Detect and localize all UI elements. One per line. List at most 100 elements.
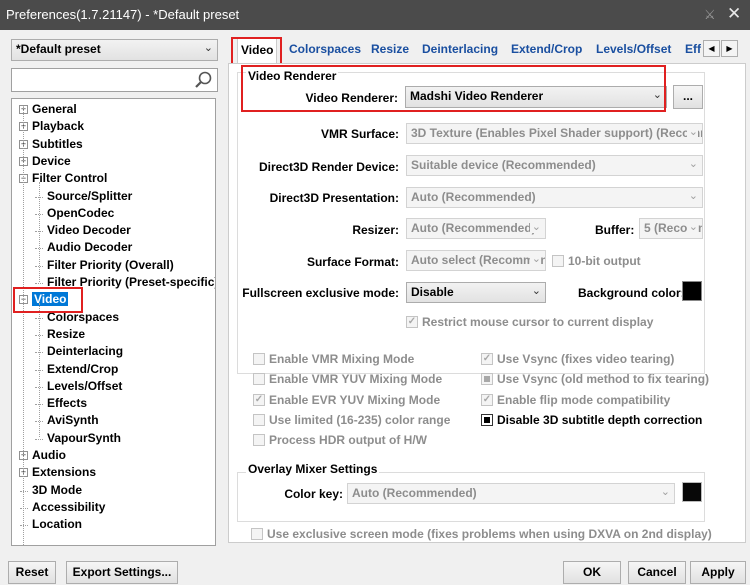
option-checkbox[interactable]: Process HDR output of H/W bbox=[253, 433, 427, 447]
color-key-swatch[interactable] bbox=[682, 482, 702, 502]
vmr-surface-select[interactable]: 3D Texture (Enables Pixel Shader support… bbox=[406, 123, 703, 144]
pin-icon[interactable]: ⚔ bbox=[704, 7, 716, 23]
tab-scroll-right-button[interactable]: ▶ bbox=[721, 40, 738, 57]
d3d-device-select[interactable]: Suitable device (Recommended) ⌄ bbox=[406, 155, 703, 176]
option-checkbox[interactable]: Use limited (16-235) color range bbox=[253, 413, 450, 427]
search-icon[interactable] bbox=[194, 70, 214, 93]
tree-item-label: OpenCodec bbox=[47, 205, 115, 220]
background-color-swatch[interactable] bbox=[682, 281, 702, 301]
tree-item[interactable]: 3D Mode bbox=[20, 483, 82, 497]
ten-bit-output-checkbox[interactable]: 10-bit output bbox=[552, 254, 641, 268]
buffer-select[interactable]: 5 (Recommended) ⌄ bbox=[639, 218, 703, 239]
tree-item[interactable]: Filter Priority (Overall) bbox=[35, 258, 174, 272]
chevron-down-icon: ⌄ bbox=[688, 190, 698, 202]
tree-item-label: Video Decoder bbox=[47, 223, 131, 238]
tree-item[interactable]: AviSynth bbox=[35, 413, 99, 427]
tree-item[interactable]: VapourSynth bbox=[35, 430, 122, 445]
search-input[interactable] bbox=[11, 68, 218, 92]
tree-item[interactable]: Effects bbox=[35, 396, 87, 410]
tab-deinterlacing[interactable]: Deinterlacing bbox=[422, 42, 498, 56]
tree-item[interactable]: Audio Decoder bbox=[35, 240, 133, 255]
chevron-down-icon: ⌄ bbox=[686, 220, 698, 233]
vmr-surface-value: 3D Texture (Enables Pixel Shader support… bbox=[411, 126, 702, 140]
option-checkbox[interactable]: Use Vsync (old method to fix tearing) bbox=[481, 372, 709, 386]
reset-button[interactable]: Reset bbox=[8, 561, 56, 584]
fullscreen-mode-value: Disable bbox=[411, 285, 454, 299]
tree-item-label: Audio Decoder bbox=[47, 240, 133, 255]
tree-item-label: Deinterlacing bbox=[47, 344, 124, 359]
tab-colorspaces[interactable]: Colorspaces bbox=[289, 42, 361, 56]
tree-item[interactable]: + Audio bbox=[19, 448, 66, 462]
tree-item[interactable]: + General bbox=[19, 102, 77, 116]
indeterminate-mark bbox=[484, 416, 490, 423]
chevron-down-icon: ⌄ bbox=[660, 486, 670, 498]
color-key-select[interactable]: Auto (Recommended) ⌄ bbox=[347, 483, 675, 504]
surface-format-value: Auto select (Recommended) bbox=[411, 253, 545, 267]
tree-item[interactable]: Deinterlacing bbox=[35, 344, 124, 359]
option-checkbox[interactable]: Enable VMR Mixing Mode bbox=[253, 352, 414, 366]
tree-item[interactable]: Resize bbox=[35, 327, 85, 341]
highlight-video-renderer bbox=[241, 65, 666, 112]
tab-eff[interactable]: Eff bbox=[685, 42, 703, 56]
close-icon[interactable]: ✕ bbox=[727, 4, 741, 24]
tree-item[interactable]: Accessibility bbox=[20, 500, 105, 514]
title-bar: Preferences(1.7.21147) - *Default preset… bbox=[0, 0, 750, 30]
renderer-settings-button[interactable]: ... bbox=[673, 85, 703, 109]
tree-item[interactable]: Extend/Crop bbox=[35, 361, 119, 376]
cancel-button[interactable]: Cancel bbox=[628, 561, 686, 584]
tree-item-label: VapourSynth bbox=[47, 430, 122, 445]
tree-item[interactable]: Video Decoder bbox=[35, 223, 131, 238]
tab-extend-crop[interactable]: Extend/Crop bbox=[511, 42, 582, 56]
option-label: Enable EVR YUV Mixing Mode bbox=[269, 392, 441, 407]
tree-item[interactable]: + Extensions bbox=[19, 465, 97, 480]
buffer-label: Buffer: bbox=[595, 223, 635, 237]
checkbox-box bbox=[253, 353, 265, 365]
restrict-mouse-checkbox[interactable]: ✓ Restrict mouse cursor to current displ… bbox=[406, 315, 653, 329]
tree-item[interactable]: + Subtitles bbox=[19, 136, 83, 151]
fullscreen-mode-label: Fullscreen exclusive mode: bbox=[242, 286, 399, 300]
option-label: Use Vsync (old method to fix tearing) bbox=[497, 372, 710, 387]
surface-format-label: Surface Format: bbox=[306, 255, 399, 269]
tree-item-label: Audio bbox=[32, 448, 66, 462]
tree-connector bbox=[35, 438, 43, 440]
option-label: Use limited (16-235) color range bbox=[269, 412, 451, 427]
highlight-video-tab bbox=[231, 37, 282, 66]
tree-item-label: Subtitles bbox=[32, 136, 83, 151]
option-checkbox[interactable]: Disable 3D subtitle depth correction bbox=[481, 413, 702, 427]
tree-item-label: Extensions bbox=[32, 465, 97, 480]
tree-item-label: Extend/Crop bbox=[47, 361, 119, 376]
tree-item[interactable]: − Filter Control bbox=[19, 171, 107, 185]
option-checkbox[interactable]: ✓ Enable EVR YUV Mixing Mode bbox=[253, 393, 440, 407]
d3d-presentation-select[interactable]: Auto (Recommended) ⌄ bbox=[406, 187, 703, 208]
highlight-video-tree-item bbox=[13, 287, 83, 313]
tree-item[interactable]: Source/Splitter bbox=[35, 189, 132, 203]
export-settings-button[interactable]: Export Settings... bbox=[66, 561, 178, 584]
tab-resize[interactable]: Resize bbox=[371, 42, 409, 56]
exclusive-screen-checkbox[interactable]: Use exclusive screen mode (fixes problem… bbox=[251, 527, 712, 541]
tree-item[interactable]: Location bbox=[20, 517, 82, 531]
tree-item[interactable]: OpenCodec bbox=[35, 205, 115, 220]
chevron-down-icon: ⌄ bbox=[531, 285, 541, 297]
chevron-down-icon: ⌄ bbox=[529, 220, 541, 233]
preset-select[interactable]: *Default preset ⌄ bbox=[11, 39, 218, 61]
tree-item[interactable]: + Playback bbox=[19, 119, 84, 133]
surface-format-select[interactable]: Auto select (Recommended) ⌄ bbox=[406, 250, 546, 271]
option-label: Enable VMR Mixing Mode bbox=[269, 352, 415, 366]
tree-item[interactable]: Levels/Offset bbox=[35, 379, 122, 393]
option-checkbox[interactable]: ✓ Enable flip mode compatibility bbox=[481, 393, 670, 407]
resizer-value: Auto (Recommended) bbox=[411, 221, 536, 235]
resizer-select[interactable]: Auto (Recommended) ⌄ bbox=[406, 218, 546, 239]
option-checkbox[interactable]: Enable VMR YUV Mixing Mode bbox=[253, 372, 442, 386]
tree-item[interactable]: + Device bbox=[19, 154, 71, 168]
apply-button[interactable]: Apply bbox=[690, 561, 746, 584]
fullscreen-mode-select[interactable]: Disable ⌄ bbox=[406, 282, 546, 303]
option-checkbox[interactable]: ✓ Use Vsync (fixes video tearing) bbox=[481, 352, 674, 366]
background-color-label: Background color: bbox=[578, 286, 685, 300]
tab-scroll-left-button[interactable]: ◀ bbox=[703, 40, 720, 57]
option-label: Enable VMR YUV Mixing Mode bbox=[269, 372, 443, 387]
ok-button[interactable]: OK bbox=[563, 561, 621, 584]
d3d-presentation-value: Auto (Recommended) bbox=[411, 190, 536, 204]
tree-connector bbox=[35, 283, 43, 284]
check-icon: ✓ bbox=[253, 393, 265, 406]
tab-levels-offset[interactable]: Levels/Offset bbox=[596, 42, 671, 56]
